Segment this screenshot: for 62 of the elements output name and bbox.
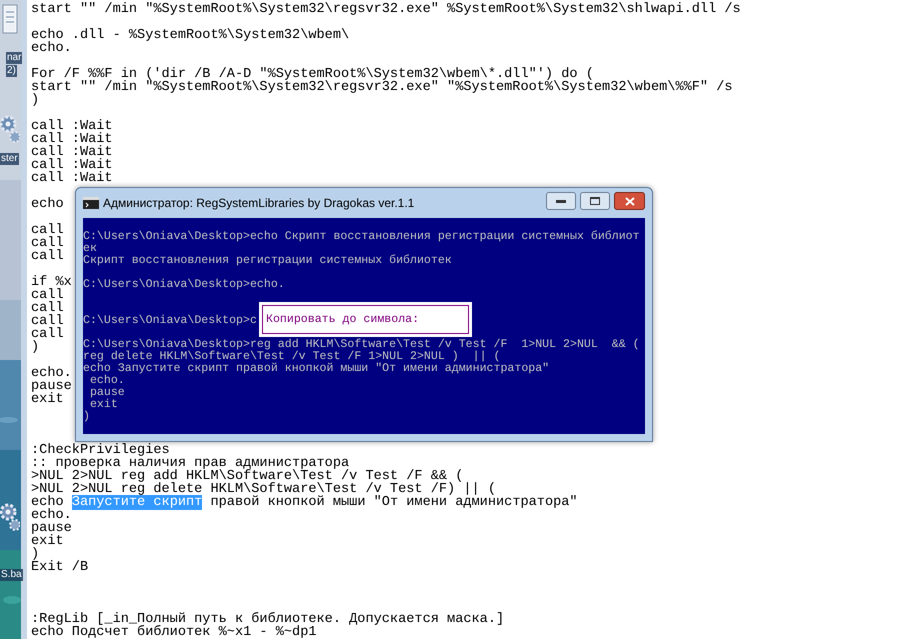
code-line: call :Wait bbox=[31, 159, 113, 172]
window-title: Администратор: RegSystemLibraries by Dragokas ver.1.1 bbox=[103, 195, 414, 212]
code-line: call :Wait bbox=[31, 120, 113, 133]
console-icon bbox=[83, 197, 99, 209]
code-line: echo. bbox=[31, 42, 72, 55]
console-line: C:\Users\Oniava\Desktop>echo Скрипт восстановления регистрации системных библиот bbox=[83, 231, 640, 243]
code-line: echo. bbox=[31, 367, 72, 380]
code-line: call :Wait bbox=[31, 146, 113, 159]
code-line: call bbox=[31, 224, 64, 237]
maximize-button[interactable] bbox=[580, 192, 610, 210]
code-line: call bbox=[31, 237, 64, 250]
minimize-icon bbox=[556, 199, 566, 203]
close-icon bbox=[624, 196, 634, 206]
code-line: call bbox=[31, 302, 64, 315]
console-line: C:\Users\Oniava\Desktop>reg add HKLM\Software\Test /v Test /F 1>NUL 2>NUL && ( bbox=[83, 339, 640, 351]
code-line: :RegLib [_in_Полный путь к библиотеке. Допускается маска.] bbox=[31, 613, 504, 626]
code-line: start "" /min "%SystemRoot%\System32\regsvr32.exe" "%SystemRoot%\System32\wbem\%%F" /s bbox=[31, 81, 733, 94]
dialog-label: Копировать до символа: bbox=[266, 314, 420, 326]
code-line: exit bbox=[31, 393, 64, 406]
console-line: echo Запустите скрипт правой кнопкой мыши "От имени администратора" bbox=[83, 363, 550, 375]
desktop-icon-label[interactable]: S.ba bbox=[0, 569, 23, 581]
console-line: pause bbox=[88, 387, 125, 399]
code-line: >NUL 2>NUL reg add HKLM\Software\Test /v Test /F && ( bbox=[31, 470, 464, 483]
console-line: Скрипт восстановления регистрации системных библиотек bbox=[83, 255, 452, 267]
code-line: if %x bbox=[31, 276, 72, 289]
code-line: echo. bbox=[31, 509, 72, 522]
code-line: pause bbox=[31, 522, 72, 535]
console-line: reg delete HKLM\Software\Test /v Test /F 1>NUL 2>NUL ) || ( bbox=[83, 351, 500, 363]
console-line: ек bbox=[83, 243, 97, 255]
code-line: call bbox=[31, 250, 64, 263]
code-line: call bbox=[31, 328, 64, 341]
code-line: ) bbox=[31, 341, 40, 354]
code-line: :: проверка наличия прав администратора bbox=[31, 457, 350, 470]
console-line: C:\Users\Oniava\Desktop>c bbox=[83, 315, 257, 327]
code-line: :CheckPrivilegies bbox=[31, 444, 170, 457]
code-line: call bbox=[31, 315, 64, 328]
desktop-icon-label[interactable]: nar bbox=[6, 52, 22, 64]
code-line: call :Wait bbox=[31, 172, 113, 185]
code-line: Exit /B bbox=[31, 561, 88, 574]
code-line: ) bbox=[31, 548, 40, 561]
code-line: call :Wait bbox=[31, 133, 113, 146]
document-icon[interactable] bbox=[2, 4, 18, 34]
console-line: exit bbox=[88, 399, 118, 411]
console-line: C:\Users\Oniava\Desktop>echo. bbox=[83, 279, 285, 291]
maximize-icon bbox=[590, 197, 600, 205]
console-line: echo. bbox=[88, 375, 125, 387]
code-line: echo Запустите скрипт правой кнопкой мыши "От имени администратора" bbox=[31, 496, 578, 509]
code-line: ) bbox=[31, 94, 40, 107]
code-line: echo .dll - %SystemRoot%\System32\wbem\ bbox=[31, 29, 350, 42]
desktop-icon-label[interactable]: ster bbox=[0, 153, 19, 165]
code-line: start "" /min "%SystemRoot%\System32\regsvr32.exe" %SystemRoot%\System32\shlwapi.dll /s bbox=[31, 3, 741, 16]
code-line: exit bbox=[31, 535, 64, 548]
close-button[interactable] bbox=[614, 192, 645, 210]
code-line: For /F %%F in ('dir /B /A-D "%SystemRoot%\System32\wbem\*.dll"') do ( bbox=[31, 68, 594, 81]
code-line: call bbox=[31, 289, 64, 302]
minimize-button[interactable] bbox=[546, 192, 576, 210]
console-line: ) bbox=[83, 411, 90, 423]
code-line: echo bbox=[31, 198, 64, 211]
code-line: >NUL 2>NUL reg delete HKLM\Software\Test /v Test /F) || ( bbox=[31, 483, 496, 496]
code-line: echo Подсчет библиотек %~x1 - %~dp1 bbox=[31, 626, 317, 639]
code-line: pause bbox=[31, 380, 72, 393]
desktop-icon-label[interactable]: 2) bbox=[6, 65, 17, 77]
